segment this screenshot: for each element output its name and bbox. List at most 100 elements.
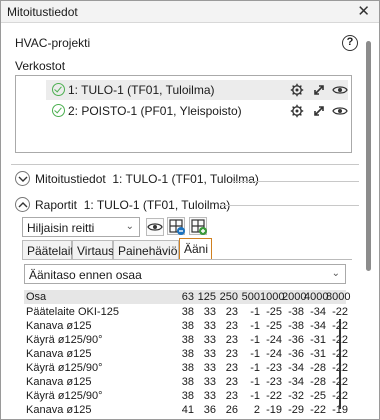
row-cell: 38 bbox=[181, 305, 194, 318]
table-row[interactable]: Käyrä ø125/90° 38 33 23 -1 -24 -36 -31-22 bbox=[24, 333, 348, 347]
dialog-window: Mitoitustiedot ✕ HVAC-projekti ? Verkost… bbox=[0, 0, 380, 420]
header-cell: 63 bbox=[181, 291, 194, 303]
header-cell: 250 bbox=[219, 291, 238, 303]
sizing-network: 1: TULO-1 (TF01, Tuloilma) bbox=[112, 172, 259, 186]
table-row[interactable]: Kanava ø125 38 33 23 -1 -24 -36 -31-22 bbox=[24, 347, 348, 361]
row-cell: -22 bbox=[326, 390, 348, 402]
row-cell: -25 bbox=[266, 319, 282, 332]
row-cell: 33 bbox=[203, 319, 216, 332]
row-cell: 23 bbox=[225, 389, 238, 402]
table-row[interactable]: Kanava ø125 38 33 23 -1 -25 -38 -34-22 bbox=[24, 319, 348, 333]
row-cell: -34 bbox=[310, 319, 326, 332]
row-cell: 23 bbox=[225, 361, 238, 374]
header-cell: 1000 bbox=[260, 291, 285, 303]
eye-icon[interactable] bbox=[146, 218, 164, 236]
row-name: Kanava ø125 bbox=[26, 375, 92, 388]
gear-icon[interactable] bbox=[290, 83, 304, 97]
table-row[interactable]: Päätelaite OKI-125 38 33 23 -1 -25 -38 -34 -22 bbox=[24, 305, 348, 319]
row-cell: -22 bbox=[326, 334, 348, 346]
row-cell: -23 bbox=[266, 361, 282, 374]
window-title: Mitoitustiedot bbox=[7, 5, 78, 19]
row-cell: 38 bbox=[181, 389, 194, 402]
row-cell: 33 bbox=[203, 389, 216, 402]
gear-icon[interactable] bbox=[290, 104, 304, 118]
reports-label: Raportit bbox=[35, 198, 78, 212]
network-label: 1: TULO-1 (TF01, Tuloilma) bbox=[68, 83, 215, 97]
row-cell: -38 bbox=[288, 319, 304, 332]
reports-network: 1: TULO-1 (TF01, Tuloilma) bbox=[83, 198, 231, 212]
row-cell: -24 bbox=[266, 347, 282, 360]
chevron-up-icon[interactable] bbox=[15, 197, 30, 212]
sizing-section-header[interactable]: Mitoitustiedot 1: TULO-1 (TF01, Tuloilma… bbox=[15, 171, 355, 189]
row-cell: 33 bbox=[203, 361, 216, 374]
table-row[interactable]: Käyrä ø125/90° 38 33 23 -1 -23 -34 -28-22 bbox=[24, 361, 348, 375]
tab-paatelaite[interactable]: Päätelaite bbox=[22, 240, 80, 260]
row-name: Käyrä ø125/90° bbox=[26, 389, 103, 402]
networks-label: Verkostot bbox=[15, 59, 66, 73]
row-cell: -1 bbox=[250, 305, 260, 318]
divider bbox=[221, 205, 359, 206]
grid-add-icon[interactable] bbox=[189, 217, 207, 235]
tab-painehavio[interactable]: Painehäviö bbox=[113, 240, 179, 260]
row-name: Päätelaite OKI-125 bbox=[26, 305, 119, 318]
row-cell: 38 bbox=[181, 375, 194, 388]
project-title: HVAC-projekti bbox=[15, 36, 91, 50]
row-cell: 33 bbox=[203, 347, 216, 360]
network-row-2[interactable]: 2: POISTO-1 (PF01, Yleispoisto) bbox=[46, 101, 348, 121]
table-row[interactable]: Kanava ø125 38 33 23 -1 -23 -34 -28-22 bbox=[24, 375, 348, 389]
reports-section-header[interactable]: Raportit 1: TULO-1 (TF01, Tuloilma) bbox=[15, 197, 355, 215]
row-cell: -28 bbox=[310, 361, 326, 374]
row-cell: 23 bbox=[225, 347, 238, 360]
network-row-1[interactable]: 1: TULO-1 (TF01, Tuloilma) bbox=[46, 80, 348, 100]
titlebar: Mitoitustiedot ✕ bbox=[1, 1, 379, 23]
row-cell: -22 bbox=[326, 362, 348, 374]
header-cell: 4000 bbox=[304, 291, 329, 303]
eye-icon[interactable] bbox=[332, 104, 348, 118]
expand-icon[interactable] bbox=[312, 104, 326, 118]
divider bbox=[233, 181, 359, 182]
header-name: Osa bbox=[26, 291, 47, 303]
expand-icon[interactable] bbox=[312, 83, 326, 97]
grid-remove-icon[interactable] bbox=[167, 217, 185, 235]
route-select-value: Hiljaisin reitti bbox=[27, 221, 95, 235]
table-row[interactable]: Kanava ø125 41 36 26 2 -19 -29 -22 -19 bbox=[24, 403, 348, 417]
row-cell: -34 bbox=[288, 375, 304, 388]
table-row[interactable]: Käyrä ø125/90°383323-1-22-32-25-22 bbox=[24, 389, 348, 403]
panel-scrollbar[interactable] bbox=[366, 41, 371, 271]
level-select[interactable]: Äänitaso ennen osaa ⌄ bbox=[24, 264, 346, 284]
route-select[interactable]: Hiljaisin reitti ⌄ bbox=[22, 217, 140, 237]
row-name: Kanava ø125 bbox=[26, 403, 92, 416]
chevron-down-icon[interactable] bbox=[15, 171, 30, 186]
row-cell: -22 bbox=[332, 305, 348, 318]
check-circle-icon bbox=[52, 83, 65, 96]
row-cell: -31 bbox=[310, 333, 326, 346]
row-cell: 33 bbox=[203, 305, 216, 318]
network-label: 2: POISTO-1 (PF01, Yleispoisto) bbox=[68, 104, 242, 118]
row-cell: -1 bbox=[250, 333, 260, 346]
row-cell: 23 bbox=[225, 319, 238, 332]
tab-virtaus[interactable]: Virtaus bbox=[72, 240, 114, 260]
row-cell: 23 bbox=[225, 375, 238, 388]
row-cell: -19 bbox=[266, 403, 282, 416]
row-cell: -1 bbox=[250, 389, 260, 402]
row-cell: -25 bbox=[266, 305, 282, 318]
row-cell: 38 bbox=[181, 319, 194, 332]
tab-aani[interactable]: Ääni bbox=[179, 238, 212, 260]
help-icon[interactable]: ? bbox=[342, 35, 358, 51]
row-cell: -31 bbox=[310, 347, 326, 360]
check-circle-icon bbox=[52, 104, 65, 117]
eye-icon[interactable] bbox=[332, 83, 348, 97]
row-cell: -22 bbox=[326, 376, 348, 388]
row-cell: -38 bbox=[288, 305, 304, 318]
close-icon[interactable]: ✕ bbox=[357, 2, 370, 20]
row-cell: -32 bbox=[288, 389, 304, 402]
row-cell: 2 bbox=[253, 403, 260, 416]
row-cell: -34 bbox=[288, 361, 304, 374]
row-cell: 23 bbox=[225, 333, 238, 346]
row-cell: 33 bbox=[203, 333, 216, 346]
table-scrollbar[interactable] bbox=[339, 319, 341, 409]
row-cell: -34 bbox=[310, 305, 326, 318]
row-cell: -22 bbox=[326, 348, 348, 360]
row-cell: -22 bbox=[326, 320, 348, 332]
header-cell: 2000 bbox=[282, 291, 307, 303]
